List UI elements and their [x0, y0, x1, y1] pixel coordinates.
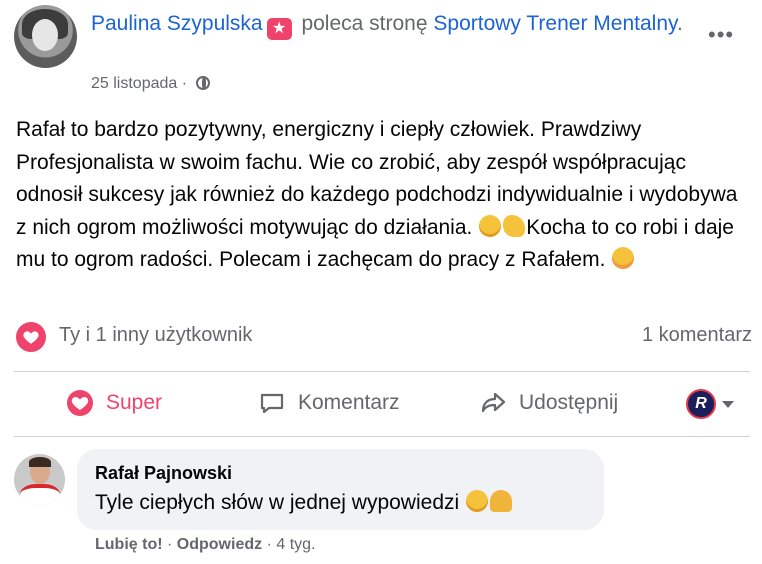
recommend-star-icon: ★	[266, 18, 292, 40]
page-switch-button[interactable]: R	[686, 389, 734, 419]
comment-dot-2: ·	[266, 536, 272, 553]
share-button[interactable]: Udostępnij	[479, 372, 618, 434]
super-button[interactable]: Super	[66, 372, 162, 434]
commenter-avatar[interactable]	[14, 454, 65, 505]
author-avatar[interactable]	[14, 5, 77, 68]
comment-button[interactable]: Komentarz	[258, 372, 400, 434]
commenter-name-link[interactable]: Rafał Pajnowski	[95, 463, 232, 484]
caret-down-icon	[722, 400, 734, 408]
comment-dot-1: ·	[167, 536, 173, 553]
reactions-summary[interactable]: Ty i 1 inny użytkownik	[59, 324, 252, 347]
page-suffix: .	[676, 12, 683, 35]
comment-label: Komentarz	[298, 391, 400, 414]
hugging-emoji	[612, 247, 635, 269]
post-header: Paulina Szypulska ★ poleca stronę Sportow…	[91, 10, 691, 40]
star-struck-emoji	[466, 490, 488, 512]
post-date-link[interactable]: 25 listopada	[91, 75, 177, 92]
comment-icon	[258, 389, 286, 417]
super-heart-icon	[66, 389, 94, 417]
muscle-emoji	[503, 214, 526, 237]
comment-reply-button[interactable]: Odpowiedz	[177, 536, 262, 553]
post-meta: 25 listopada ·	[91, 75, 210, 93]
post-body: Rafał to bardzo pozytywny, energiczny i …	[16, 114, 746, 277]
comment-text: Tyle ciepłych słów w jednej wypowiedzi	[95, 490, 513, 515]
comment-like-button[interactable]: Lubię to!	[95, 536, 163, 553]
super-label: Super	[106, 391, 163, 414]
more-icon[interactable]: •••	[708, 22, 734, 48]
comment-count[interactable]: 1 komentarz	[642, 324, 752, 347]
page-name-link[interactable]: Sportowy Trener Mentalny	[433, 12, 677, 35]
page-avatar-icon: R	[686, 389, 716, 419]
share-icon	[479, 389, 507, 417]
star-struck-emoji	[479, 214, 502, 237]
reactions-bar: Ty i 1 inny użytkownik 1 komentarz	[16, 320, 752, 352]
pray-emoji	[490, 490, 512, 512]
comment-text-body: Tyle ciepłych słów w jednej wypowiedzi	[95, 491, 465, 514]
recommends-text: poleca stronę	[301, 12, 428, 35]
divider-bottom	[14, 436, 750, 437]
author-name-link[interactable]: Paulina Szypulska	[91, 12, 263, 35]
comment-actions: Lubię to! · Odpowiedz · 4 tyg.	[95, 536, 315, 554]
heart-reaction-icon[interactable]	[16, 322, 46, 352]
meta-separator: ·	[181, 75, 188, 92]
comment-age[interactable]: 4 tyg.	[276, 536, 315, 553]
share-label: Udostępnij	[519, 391, 619, 414]
globe-icon	[195, 76, 210, 90]
post-actions: Super Komentarz Udostępnij R	[14, 372, 750, 434]
